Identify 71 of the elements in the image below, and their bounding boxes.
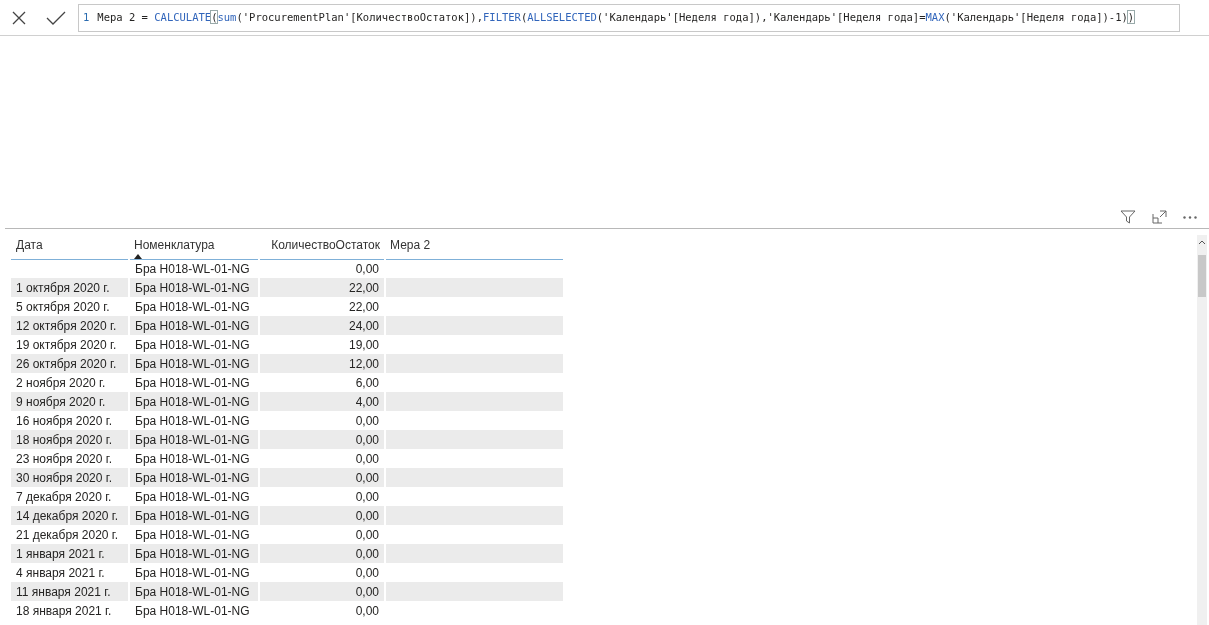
column-header[interactable]: Номенклатура [134,238,215,252]
table-cell: 0,00 [355,413,379,428]
scrollbar[interactable] [1197,235,1207,625]
table-cell: 0,00 [355,584,379,599]
table-cell: Бра H018-WL-01-NG [135,413,250,428]
table-cell: 1 октября 2020 г. [16,280,110,295]
column-header[interactable]: Дата [16,238,43,252]
cancel-icon[interactable] [12,10,26,25]
table-cell: Бра H018-WL-01-NG [135,451,250,466]
table-cell: 23 ноября 2020 г. [16,451,112,466]
table-cell: Бра H018-WL-01-NG [135,546,250,561]
table-cell: Бра H018-WL-01-NG [135,394,250,409]
table-cell: 7 декабря 2020 г. [16,489,112,504]
column-header[interactable]: КоличествоОстаток [271,238,380,252]
table-cell: Бра H018-WL-01-NG [135,527,250,542]
table-cell: 1 января 2021 г. [16,546,105,561]
table-cell: Бра H018-WL-01-NG [135,432,250,447]
table-cell: 0,00 [355,261,379,276]
table-cell: Бра H018-WL-01-NG [135,318,250,333]
table-cell: Бра H018-WL-01-NG [135,299,250,314]
table-cell: 22,00 [348,299,379,314]
table-cell: Бра H018-WL-01-NG [135,337,250,352]
table-cell: 0,00 [355,470,379,485]
commit-check-icon[interactable] [46,10,66,25]
table-cell: Бра H018-WL-01-NG [135,489,250,504]
more-options-icon[interactable] [1183,215,1197,219]
table-cell: 4,00 [355,394,379,409]
table-cell: 0,00 [355,432,379,447]
table-cell: 18 ноября 2020 г. [16,432,112,447]
table-cell: Бра H018-WL-01-NG [135,375,250,390]
table-cell: Бра H018-WL-01-NG [135,508,250,523]
table-cell: 19,00 [348,337,379,352]
table-cell: 2 ноября 2020 г. [16,375,106,390]
table-cell: Бра H018-WL-01-NG [135,470,250,485]
filter-icon[interactable] [1120,210,1136,224]
table-cell: 18 января 2021 г. [16,603,112,618]
table-cell: 0,00 [355,489,379,504]
table-cell: 5 октября 2020 г. [16,299,110,314]
focus-mode-icon[interactable] [1152,210,1167,224]
table-cell: 14 декабря 2020 г. [16,508,119,523]
table-cell: 9 ноября 2020 г. [16,394,106,409]
table-cell: 11 января 2021 г. [16,584,111,599]
table-cell: 0,00 [355,451,379,466]
table-cell: 12 октября 2020 г. [16,318,117,333]
formula-text: Мера 2 = CALCULATE(sum('ProcurementPlan'[КоличествоОстаток]),FILTER(ALLSELECTED('Календарь'[Неделя года]),'Календарь'[Неделя года]=MAX('Календарь'[Неделя года])-1)) [97,9,1135,25]
table-cell: 0,00 [355,527,379,542]
table-cell: 0,00 [355,508,379,523]
table-cell: 4 января 2021 г. [16,565,105,580]
table-cell: 24,00 [348,318,379,333]
table-cell: 6,00 [355,375,379,390]
table-cell: 22,00 [348,280,379,295]
table-cell: 26 октября 2020 г. [16,356,117,371]
table-cell: Бра H018-WL-01-NG [135,280,250,295]
scroll-up-icon[interactable] [1198,239,1206,245]
table-cell: Бра H018-WL-01-NG [135,603,250,618]
table-cell: 16 ноября 2020 г. [16,413,112,428]
line-number: 1 [83,9,90,25]
table-cell: 21 декабря 2020 г. [16,527,119,542]
table-cell: Бра H018-WL-01-NG [135,261,250,276]
table-cell: Бра H018-WL-01-NG [135,584,250,599]
table-cell: 0,00 [355,546,379,561]
formula-editor[interactable]: 1 Мера 2 = CALCULATE(sum('ProcurementPlan'[КоличествоОстаток]),FILTER(ALLSELECTED('Календарь'[Неделя года]),'Календарь'[Неделя года]=MAX('Календарь'[Неделя года])-1)) [78,3,1180,32]
table-cell: Бра H018-WL-01-NG [135,565,250,580]
table-cell: 30 ноября 2020 г. [16,470,112,485]
table-cell: 12,00 [348,356,379,371]
scroll-thumb[interactable] [1198,255,1206,297]
table-cell: 0,00 [355,565,379,580]
table-cell: 19 октября 2020 г. [16,337,117,352]
table-cell: 0,00 [355,603,379,618]
column-header[interactable]: Мера 2 [390,238,431,252]
table-cell: Бра H018-WL-01-NG [135,356,250,371]
